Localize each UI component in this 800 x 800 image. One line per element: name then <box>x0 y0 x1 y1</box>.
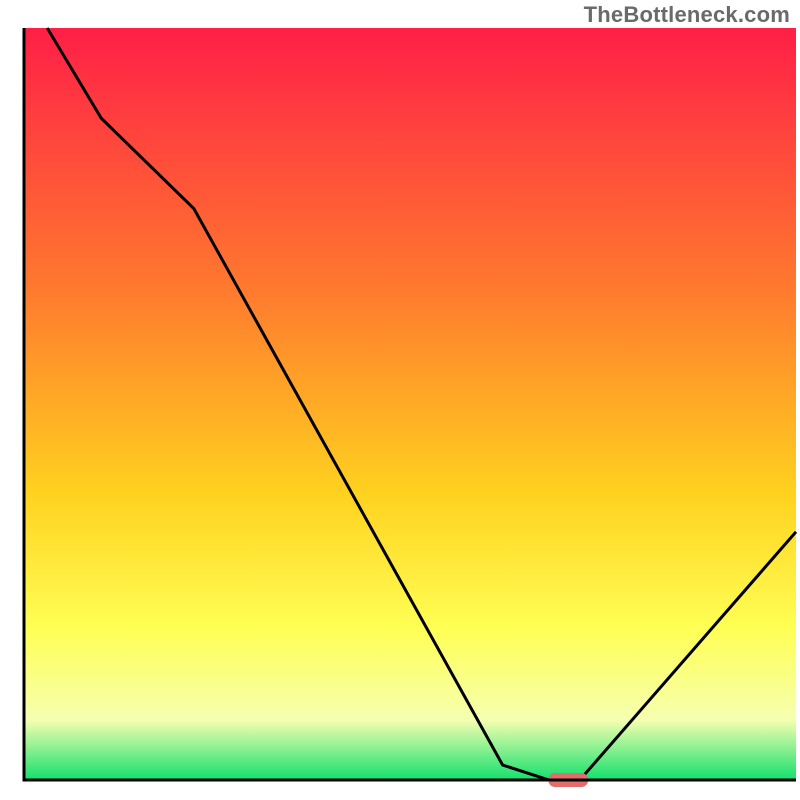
chart-container: TheBottleneck.com <box>0 0 800 800</box>
chart-svg <box>0 0 800 800</box>
watermark-text: TheBottleneck.com <box>584 2 790 28</box>
plot-background <box>24 28 796 780</box>
